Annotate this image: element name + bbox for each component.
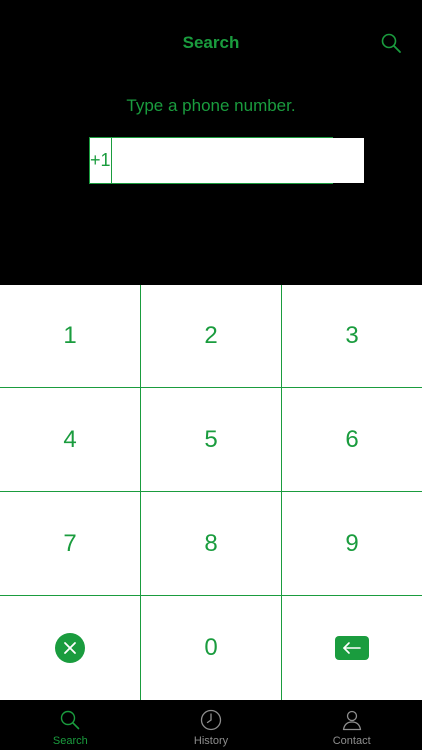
key-3[interactable]: 3 — [282, 285, 422, 388]
key-7[interactable]: 7 — [0, 492, 141, 596]
clear-button[interactable] — [0, 596, 141, 700]
key-9[interactable]: 9 — [282, 492, 422, 596]
key-2[interactable]: 2 — [141, 285, 282, 388]
country-code-prefix[interactable]: +1 — [90, 138, 112, 183]
backspace-arrow-icon — [335, 636, 369, 660]
key-8[interactable]: 8 — [141, 492, 282, 596]
key-4[interactable]: 4 — [0, 388, 141, 492]
key-0[interactable]: 0 — [141, 596, 282, 700]
tab-contact[interactable]: Contact — [281, 700, 422, 750]
tab-bar: Search History Contact — [0, 700, 422, 750]
search-icon[interactable] — [380, 32, 402, 54]
instruction-text: Type a phone number. — [126, 96, 296, 115]
search-icon — [59, 709, 81, 731]
tab-label-contact: Contact — [332, 735, 371, 747]
key-6[interactable]: 6 — [282, 388, 422, 492]
phone-field: +1 — [89, 137, 364, 184]
numeric-keypad: 1 2 3 4 5 6 7 8 9 0 — [0, 285, 422, 700]
nav-bar: Search — [0, 0, 422, 86]
page-title: Search — [182, 33, 240, 52]
key-5[interactable]: 5 — [141, 388, 282, 492]
clock-icon — [200, 709, 222, 731]
tab-search[interactable]: Search — [0, 700, 141, 750]
clear-x-icon — [55, 633, 85, 663]
tab-label-history: History — [193, 735, 229, 747]
phone-number-input[interactable] — [111, 138, 364, 183]
backspace-button[interactable] — [282, 596, 422, 700]
person-icon — [341, 709, 363, 731]
key-1[interactable]: 1 — [0, 285, 141, 388]
tab-label-search: Search — [52, 735, 88, 747]
tab-history[interactable]: History — [141, 700, 282, 750]
